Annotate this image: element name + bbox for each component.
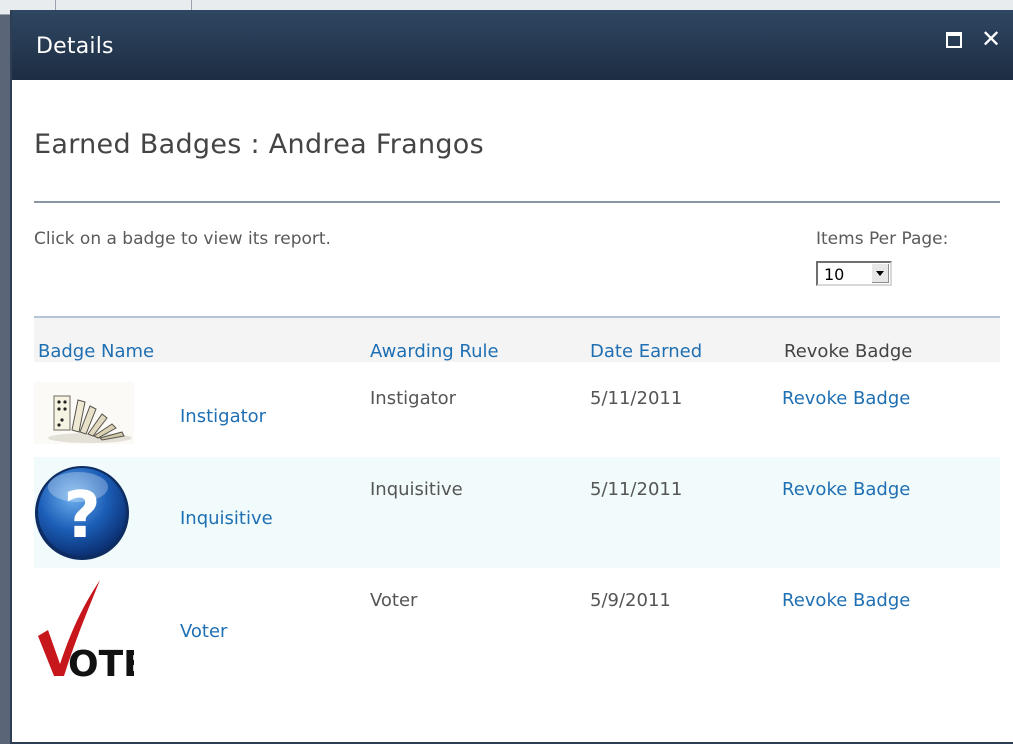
badge-name-link[interactable]: Instigator [180,406,266,427]
awarding-rule: Voter [370,590,418,611]
dialog-titlebar: Details ✕ [12,10,1013,80]
vote-checkmark-icon[interactable]: OTE [34,576,134,682]
revoke-badge-link[interactable]: Revoke Badge [782,590,910,611]
dialog-title: Details [36,34,114,59]
column-header-revoke-badge: Revoke Badge [784,341,913,362]
awarding-rule: Inquisitive [370,479,463,500]
dominoes-icon[interactable] [34,382,134,444]
column-header-date-earned[interactable]: Date Earned [590,341,702,362]
table-row: ? Inquisitive Inquisitive 5/11/2011 Revo… [34,457,1000,568]
date-earned: 5/9/2011 [590,590,671,611]
revoke-badge-link[interactable]: Revoke Badge [782,479,910,500]
column-header-badge-name[interactable]: Badge Name [38,341,154,362]
date-earned: 5/11/2011 [590,479,683,500]
details-dialog: Details ✕ Earned Badges : Andrea Frangos… [10,10,1013,744]
table-row: OTE Voter Voter 5/9/2011 Revoke Badge [34,568,1000,698]
svg-text:?: ? [63,479,100,553]
badge-name-link[interactable]: Inquisitive [180,508,273,529]
badge-name-link[interactable]: Voter [180,621,227,642]
date-earned: 5/11/2011 [590,388,683,409]
revoke-badge-link[interactable]: Revoke Badge [782,388,910,409]
close-icon[interactable]: ✕ [980,26,1002,52]
awarding-rule: Instigator [370,388,457,409]
column-header-awarding-rule[interactable]: Awarding Rule [370,341,499,362]
items-per-page-label: Items Per Page: [816,229,949,249]
vote-badge-text: OTE [68,644,134,682]
page-title: Earned Badges : Andrea Frangos [34,129,484,160]
maximize-icon[interactable] [946,32,962,48]
chevron-down-icon[interactable] [871,264,889,283]
instructions-text: Click on a badge to view its report. [34,229,331,249]
table-row: Instigator Instigator 5/11/2011 Revoke B… [34,362,1000,457]
items-per-page-value: 10 [824,265,845,284]
items-per-page-select[interactable]: 10 [816,261,892,286]
title-divider [34,201,1000,203]
question-mark-icon[interactable]: ? [34,461,134,561]
